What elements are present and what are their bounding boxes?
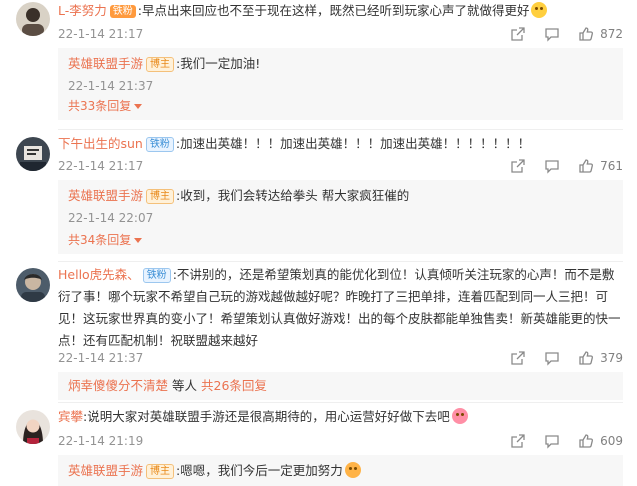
fan-badge: 铁粉 (109, 5, 136, 18)
emoji-icon (344, 462, 361, 478)
comment-time: 22-1-14 21:17 (58, 159, 144, 173)
more-replies-link[interactable]: 共33条回复 (68, 96, 143, 116)
divider (58, 261, 623, 262)
emoji-icon (451, 408, 468, 424)
share-button[interactable] (510, 350, 526, 366)
share-icon (511, 27, 525, 41)
like-button[interactable]: 872 (578, 26, 623, 42)
thumb-up-icon (579, 159, 594, 173)
like-count: 872 (600, 27, 623, 41)
comment-icon (545, 28, 559, 42)
reply-box: 英雄联盟手游 博主:收到，我们会转达给拳头 帮大家疯狂催的 22-1-14 22:… (58, 180, 623, 254)
like-button[interactable]: 609 (578, 433, 623, 449)
author-badge: 博主 (146, 189, 175, 204)
comment-time: 22-1-14 21:17 (58, 27, 144, 41)
comment-button[interactable] (544, 26, 560, 42)
comment-content: :说明大家对英雄联盟手游还是很高期待的，用心运营好好做下去吧 (83, 409, 450, 424)
comment-time: 22-1-14 21:19 (58, 434, 144, 448)
comment-content: :早点出来回应也不至于现在这样，既然已经听到玩家心声了就做得更好 (137, 3, 530, 18)
thumb-up-icon (579, 27, 594, 41)
avatar[interactable] (16, 268, 50, 302)
avatar[interactable] (16, 137, 50, 171)
share-icon (511, 159, 525, 173)
like-count: 761 (600, 159, 623, 173)
reply-content: :嗯嗯，我们今后一定更加努力 (176, 463, 343, 478)
comment-text: L-李努力 铁粉:早点出来回应也不至于现在这样，既然已经听到玩家心声了就做得更好 (58, 0, 623, 22)
fan-badge: 铁粉 (145, 137, 174, 152)
author-badge: 博主 (146, 464, 175, 479)
reply-username[interactable]: 炳幸傻傻分不清楚 (68, 378, 168, 393)
like-count: 379 (600, 351, 623, 365)
reply-box: 炳幸傻傻分不清楚 等人 共26条回复 (58, 372, 623, 400)
divider (58, 402, 623, 403)
reply-time: 22-1-14 21:37 (68, 79, 154, 93)
username[interactable]: 下午出生的sun (58, 136, 143, 151)
comment-button[interactable] (544, 158, 560, 174)
reply-content: :收到，我们会转达给拳头 帮大家疯狂催的 (176, 188, 410, 203)
comment-content: :加速出英雄！！！加速出英雄！！！加速出英雄！！！！！！！ (175, 136, 531, 151)
reply-box: 英雄联盟手游 博主:嗯嗯，我们今后一定更加努力 (58, 455, 623, 486)
username[interactable]: Hello虎先森、 (58, 267, 140, 282)
comment-icon (545, 352, 559, 366)
comment-button[interactable] (544, 433, 560, 449)
fan-badge: 铁粉 (142, 268, 171, 283)
reply-time: 22-1-14 22:07 (68, 211, 154, 225)
divider (58, 129, 623, 130)
share-button[interactable] (510, 158, 526, 174)
chevron-down-icon (134, 104, 143, 109)
more-replies-link[interactable]: 共26条回复 (201, 378, 267, 393)
comment-text: Hello虎先森、 铁粉:不讲别的，还是希望策划真的能优化到位！认真倾听关注玩家的… (58, 264, 623, 352)
comment-icon (545, 435, 559, 449)
reply-box: 英雄联盟手游 博主:我们一定加油! 22-1-14 21:37 共33条回复 (58, 48, 623, 120)
more-replies-link[interactable]: 共34条回复 (68, 230, 143, 250)
like-button[interactable]: 379 (578, 350, 623, 366)
share-button[interactable] (510, 26, 526, 42)
username[interactable]: L-李努力 (58, 3, 107, 18)
reply-username[interactable]: 英雄联盟手游 (68, 463, 143, 478)
like-button[interactable]: 761 (578, 158, 623, 174)
reply-username[interactable]: 英雄联盟手游 (68, 56, 143, 71)
comment-text: 下午出生的sun 铁粉:加速出英雄！！！加速出英雄！！！加速出英雄！！！！！！！ (58, 133, 623, 155)
thumb-up-icon (579, 351, 594, 365)
reply-username[interactable]: 英雄联盟手游 (68, 188, 143, 203)
share-icon (511, 351, 525, 365)
comment-icon (545, 160, 559, 174)
emoji-icon (531, 2, 548, 18)
share-button[interactable] (510, 433, 526, 449)
author-badge: 博主 (146, 57, 175, 72)
comment-button[interactable] (544, 350, 560, 366)
avatar[interactable] (16, 2, 50, 36)
comment-text: 宾攀:说明大家对英雄联盟手游还是很高期待的，用心运营好好做下去吧 (58, 406, 623, 428)
comment-time: 22-1-14 21:37 (58, 351, 144, 365)
avatar[interactable] (16, 410, 50, 444)
share-icon (511, 434, 525, 448)
thumb-up-icon (579, 434, 594, 448)
username[interactable]: 宾攀 (58, 409, 83, 424)
like-count: 609 (600, 434, 623, 448)
chevron-down-icon (134, 238, 143, 243)
reply-content: :我们一定加油! (176, 56, 261, 71)
reply-others: 等人 (172, 378, 198, 393)
